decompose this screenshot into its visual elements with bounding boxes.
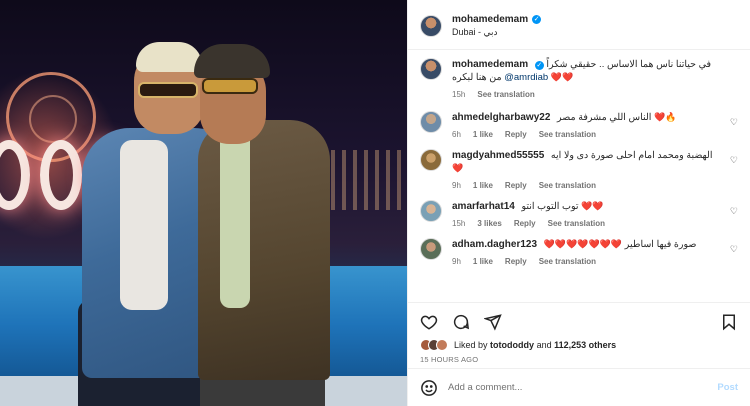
- see-translation-link[interactable]: See translation: [539, 257, 596, 266]
- caption-mention[interactable]: @amrdiab: [504, 72, 548, 83]
- commenter-avatar[interactable]: [420, 111, 442, 133]
- caption-username[interactable]: mohamedemam: [452, 59, 528, 70]
- instagram-post: mohamedemam ✓ Dubai - دبي mohamedemam ✓ …: [0, 0, 750, 406]
- comment-emoji: ❤️🔥: [654, 112, 677, 122]
- see-translation-link[interactable]: See translation: [548, 219, 605, 228]
- caption-time: 15h: [452, 90, 466, 99]
- reply-button[interactable]: Reply: [514, 219, 536, 228]
- reply-button[interactable]: Reply: [505, 257, 527, 266]
- and-label: and: [536, 340, 552, 350]
- post-photo[interactable]: [0, 0, 407, 406]
- smiley-icon[interactable]: [420, 379, 438, 397]
- comment-time: 6h: [452, 130, 461, 139]
- comment-likes[interactable]: 1 like: [473, 130, 493, 139]
- commenter-avatar[interactable]: [420, 238, 442, 260]
- commenter-username[interactable]: ahmedelgharbawy22: [452, 112, 550, 123]
- add-comment-bar: Post: [408, 368, 750, 406]
- post-details-panel: mohamedemam ✓ Dubai - دبي mohamedemam ✓ …: [407, 0, 750, 406]
- author-avatar[interactable]: [420, 14, 442, 37]
- person-right-jacket: [198, 120, 330, 380]
- heart-outline-icon[interactable]: [420, 313, 438, 331]
- reply-button[interactable]: Reply: [505, 130, 527, 139]
- comment-item: magdyahmed55555 الهضبة ومحمد امام احلى ص…: [420, 149, 738, 190]
- liked-by-user[interactable]: totododdy: [490, 340, 534, 350]
- author-username[interactable]: mohamedemam: [452, 14, 528, 25]
- comment-heart-icon[interactable]: ♡: [730, 206, 738, 217]
- person-right-cap: [194, 44, 270, 78]
- paper-plane-icon[interactable]: [484, 313, 502, 331]
- see-translation-link[interactable]: See translation: [477, 90, 534, 99]
- post-comment-button[interactable]: Post: [717, 382, 738, 393]
- comment-likes[interactable]: 1 like: [473, 181, 493, 190]
- comment-emoji: ❤️❤️❤️❤️❤️❤️❤️: [543, 239, 623, 249]
- liker-avatars: [420, 339, 448, 351]
- neon-sign-letter: [40, 140, 82, 210]
- person-left-sunglasses: [138, 82, 198, 98]
- caption-avatar[interactable]: [420, 58, 442, 80]
- comment-time: 9h: [452, 257, 461, 266]
- caption-hearts: ❤️❤️: [550, 72, 574, 82]
- comment-emoji: ❤️❤️: [581, 201, 604, 211]
- comment-heart-icon[interactable]: ♡: [730, 155, 738, 166]
- comment-heart-icon[interactable]: ♡: [730, 117, 738, 128]
- reply-button[interactable]: Reply: [505, 181, 527, 190]
- comment-time: 9h: [452, 181, 461, 190]
- person-left-shirt: [120, 140, 168, 310]
- post-timestamp[interactable]: 15 hours ago: [420, 355, 738, 364]
- comment-likes[interactable]: 3 likes: [477, 219, 501, 228]
- likes-summary[interactable]: Liked by totododdy and 112,253 others: [420, 339, 738, 351]
- comment-item: ahmedelgharbawy22 الناس اللي مشرفة مصر ❤…: [420, 111, 738, 139]
- liked-by-label: Liked by: [454, 340, 488, 350]
- comment-input[interactable]: [448, 382, 708, 393]
- comments-section: mohamedemam ✓ في حياتنا ناس هما الاساس .…: [408, 50, 750, 302]
- comment-text: صورة فيها اساطير: [624, 239, 697, 250]
- see-translation-link[interactable]: See translation: [539, 130, 596, 139]
- commenter-username[interactable]: adham.dagher123: [452, 239, 537, 250]
- post-caption: mohamedemam ✓ في حياتنا ناس هما الاساس .…: [420, 58, 738, 99]
- comment-text: الناس اللي مشرفة مصر: [557, 112, 652, 123]
- comment-text: توب التوب انتو: [521, 201, 579, 212]
- person-right-scarf: [220, 128, 250, 308]
- commenter-avatar[interactable]: [420, 200, 442, 222]
- verified-badge-icon: ✓: [534, 61, 544, 70]
- commenter-avatar[interactable]: [420, 149, 442, 171]
- comment-emoji: ❤️: [452, 163, 464, 173]
- comment-time: 15h: [452, 219, 466, 228]
- person-left-hair: [136, 42, 202, 72]
- comment-item: amarfarhat14 توب التوب انتو ❤️❤️ 15h 3 l…: [420, 200, 738, 228]
- see-translation-link[interactable]: See translation: [539, 181, 596, 190]
- comment-item: adham.dagher123 ❤️❤️❤️❤️❤️❤️❤️ صورة فيها…: [420, 238, 738, 266]
- post-header: mohamedemam ✓ Dubai - دبي: [408, 0, 750, 50]
- post-location[interactable]: Dubai - دبي: [452, 27, 541, 38]
- commenter-username[interactable]: amarfarhat14: [452, 201, 515, 212]
- commenter-username[interactable]: magdyahmed55555: [452, 150, 544, 161]
- person-right-sunglasses: [202, 78, 258, 94]
- post-actions: Liked by totododdy and 112,253 others 15…: [408, 302, 750, 368]
- comment-bubble-icon[interactable]: [452, 313, 470, 331]
- comment-heart-icon[interactable]: ♡: [730, 244, 738, 255]
- bookmark-icon[interactable]: [720, 313, 738, 331]
- comment-text: الهضبة ومحمد امام احلى صورة دى ولا ايه: [550, 150, 713, 161]
- verified-badge-icon: ✓: [532, 14, 542, 24]
- comment-likes[interactable]: 1 like: [473, 257, 493, 266]
- likes-others-count[interactable]: 112,253 others: [554, 340, 616, 350]
